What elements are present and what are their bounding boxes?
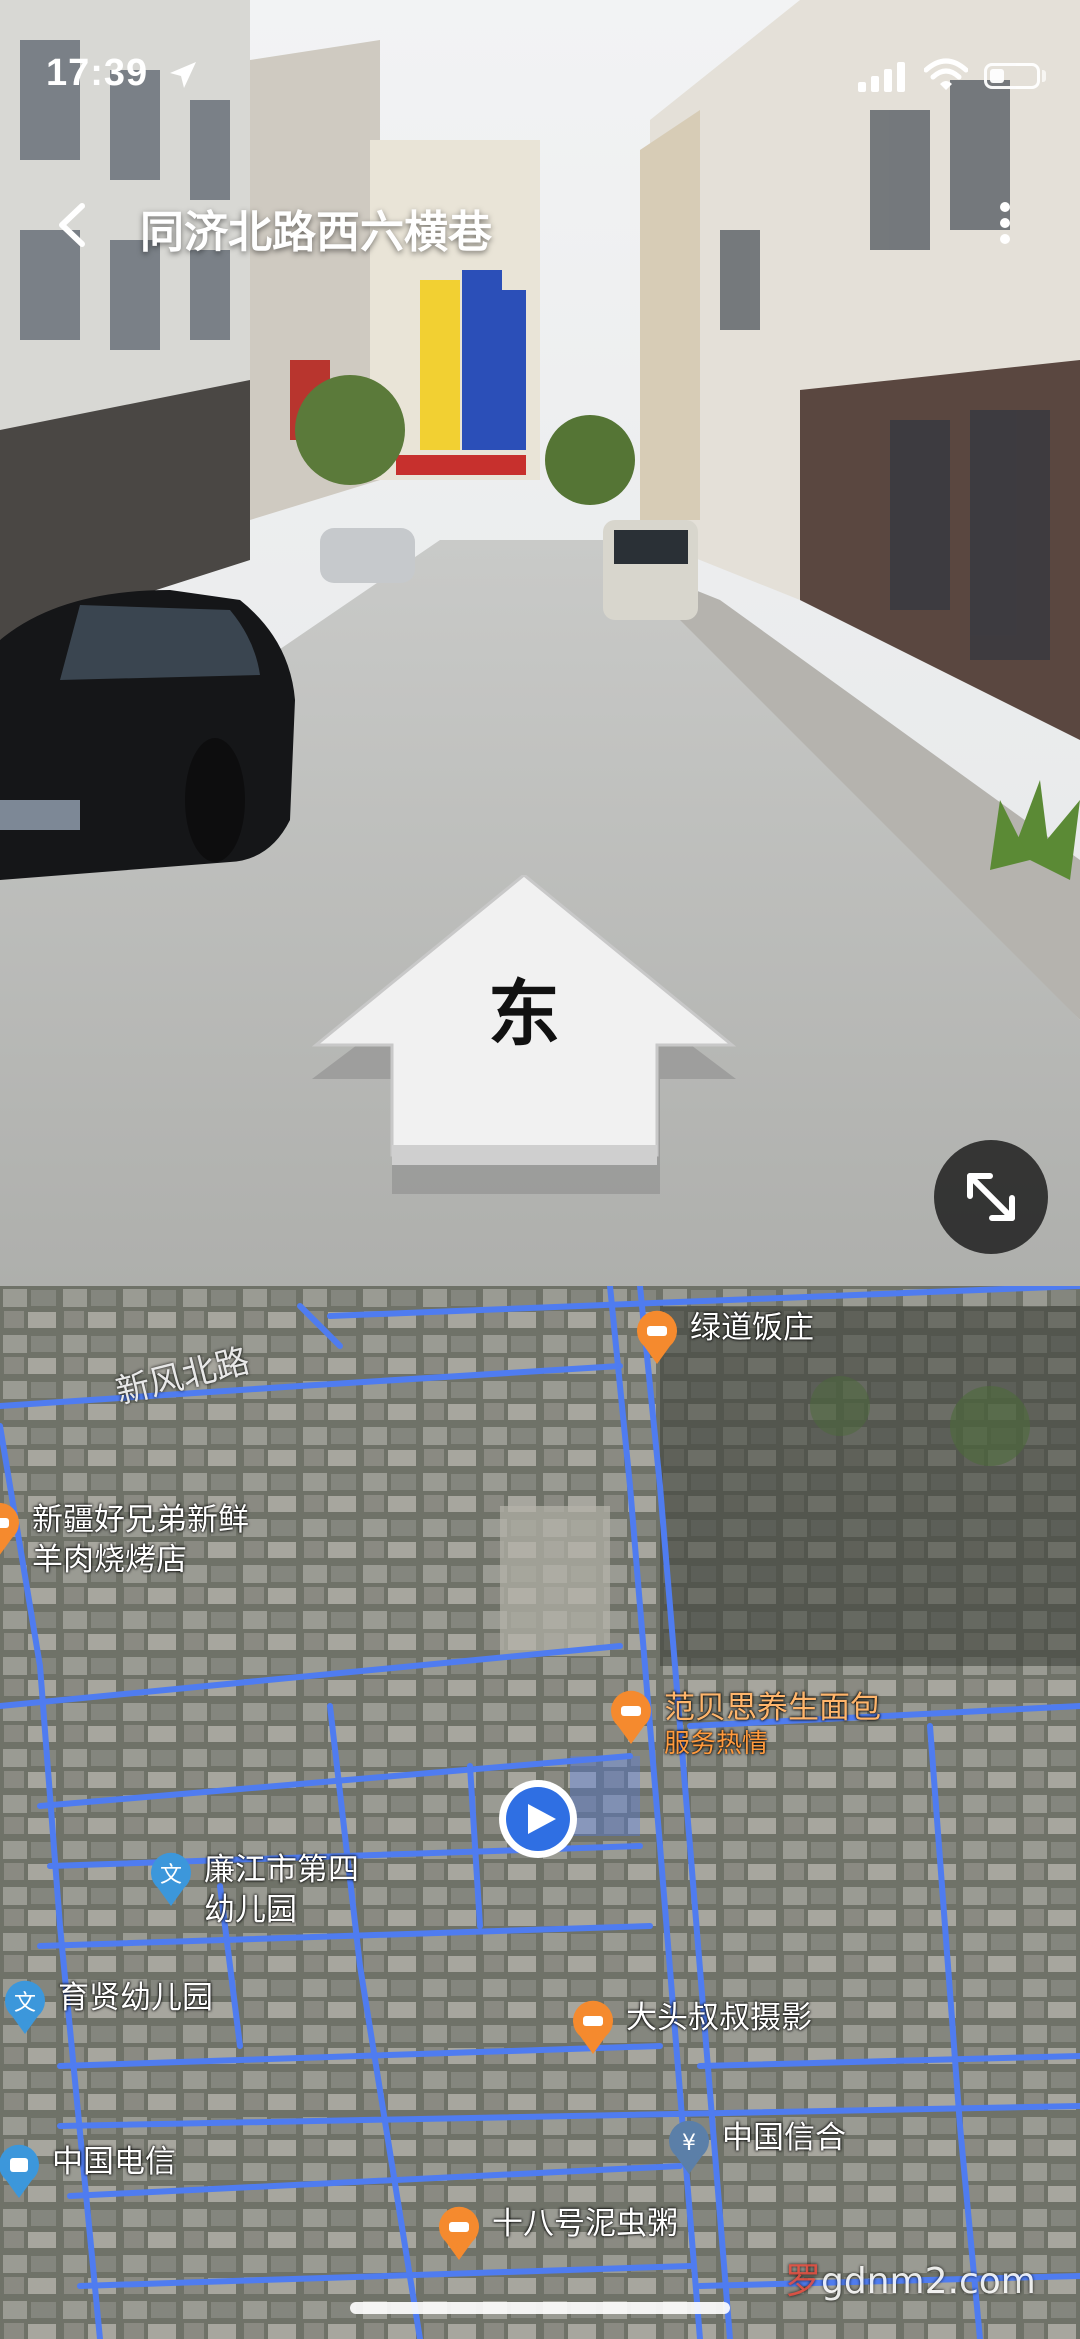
poi-label: 中国电信 — [52, 2144, 176, 2180]
more-dot-icon — [1000, 202, 1010, 212]
svg-text:¥: ¥ — [682, 2131, 696, 2156]
school-pin-icon: 文 — [4, 1980, 46, 2034]
poi-label: 育贤幼儿园 — [58, 1980, 213, 2016]
watermark-part1: 罗 — [785, 2261, 822, 2302]
poi-datou-photo[interactable]: 大头叔叔摄影 — [568, 1998, 812, 2056]
poi-label-line1: 新疆好兄弟新鲜 — [32, 1502, 249, 1538]
svg-text:文: 文 — [14, 1991, 36, 2016]
street-view-panorama[interactable]: 17:39 同济北路西六横巷 东 — [0, 0, 1080, 1286]
bakery-pin-icon — [611, 1690, 651, 1744]
page-title: 同济北路西六横巷 — [140, 207, 492, 258]
poi-bakery[interactable]: 范贝思养生面包 服务热情 — [606, 1688, 881, 1760]
poi-xinjiang-bbq[interactable]: 新疆好兄弟新鲜 羊肉烧烤店 — [0, 1500, 249, 1580]
bank-pin-icon: ¥ — [669, 2120, 709, 2174]
poi-kindergarten-4[interactable]: 文 廉江市第四 幼儿园 — [146, 1850, 359, 1930]
shop-pin-icon — [573, 2000, 613, 2054]
poi-yuxian-kindergarten[interactable]: 文 育贤幼儿园 — [0, 1978, 213, 2036]
poi-label: 十八号泥虫粥 — [492, 2206, 678, 2242]
watermark: 罗gdnm2.com — [785, 2252, 1036, 2304]
poi-shibahao-porridge[interactable]: 十八号泥虫粥 — [434, 2204, 678, 2262]
svg-text:文: 文 — [160, 1863, 182, 1888]
poi-lvdao-restaurant[interactable]: 绿道饭庄 — [632, 1308, 814, 1366]
cellular-signal-icon — [858, 62, 905, 92]
poi-label-line2: 幼儿园 — [204, 1892, 297, 1928]
home-indicator[interactable] — [350, 2302, 730, 2314]
back-chevron-icon[interactable] — [52, 200, 92, 250]
direction-label: 东 — [487, 972, 560, 1056]
more-options-button[interactable] — [990, 196, 1020, 256]
poi-label-line1: 范贝思养生面包 — [664, 1690, 881, 1726]
school-pin-icon: 文 — [151, 1852, 191, 1906]
battery-icon — [984, 63, 1040, 89]
poi-label-line1: 廉江市第四 — [204, 1852, 359, 1888]
telecom-pin-icon — [0, 2144, 39, 2198]
poi-label: 廉江市第四 幼儿园 — [204, 1850, 359, 1930]
status-bar — [0, 0, 1080, 150]
restaurant-pin-icon — [439, 2206, 479, 2260]
location-services-icon — [170, 62, 196, 88]
poi-label: 绿道饭庄 — [690, 1310, 814, 1346]
battery-tip — [1042, 70, 1046, 82]
wifi-icon — [924, 58, 968, 90]
poi-label: 新疆好兄弟新鲜 羊肉烧烤店 — [32, 1500, 249, 1580]
more-dot-icon — [1000, 218, 1010, 228]
poi-label: 中国信合 — [722, 2120, 846, 2156]
restaurant-pin-icon — [0, 1502, 19, 1555]
expand-fullscreen-button[interactable] — [934, 1140, 1048, 1254]
expand-icon — [967, 1173, 1015, 1221]
watermark-part2: gdnm2.com — [821, 2261, 1036, 2302]
restaurant-pin-icon — [637, 1310, 677, 1364]
poi-label-line2: 羊肉烧烤店 — [32, 1542, 187, 1578]
status-time: 17:39 — [46, 52, 149, 94]
poi-subtitle: 服务热情 — [664, 1729, 769, 1759]
poi-china-xinhe[interactable]: ¥ 中国信合 — [664, 2118, 846, 2176]
poi-label: 范贝思养生面包 服务热情 — [664, 1688, 881, 1760]
poi-china-telecom[interactable]: 中国电信 — [0, 2142, 176, 2200]
current-location-marker[interactable] — [497, 1778, 579, 1860]
poi-label: 大头叔叔摄影 — [626, 2000, 812, 2036]
more-dot-icon — [1000, 234, 1010, 244]
